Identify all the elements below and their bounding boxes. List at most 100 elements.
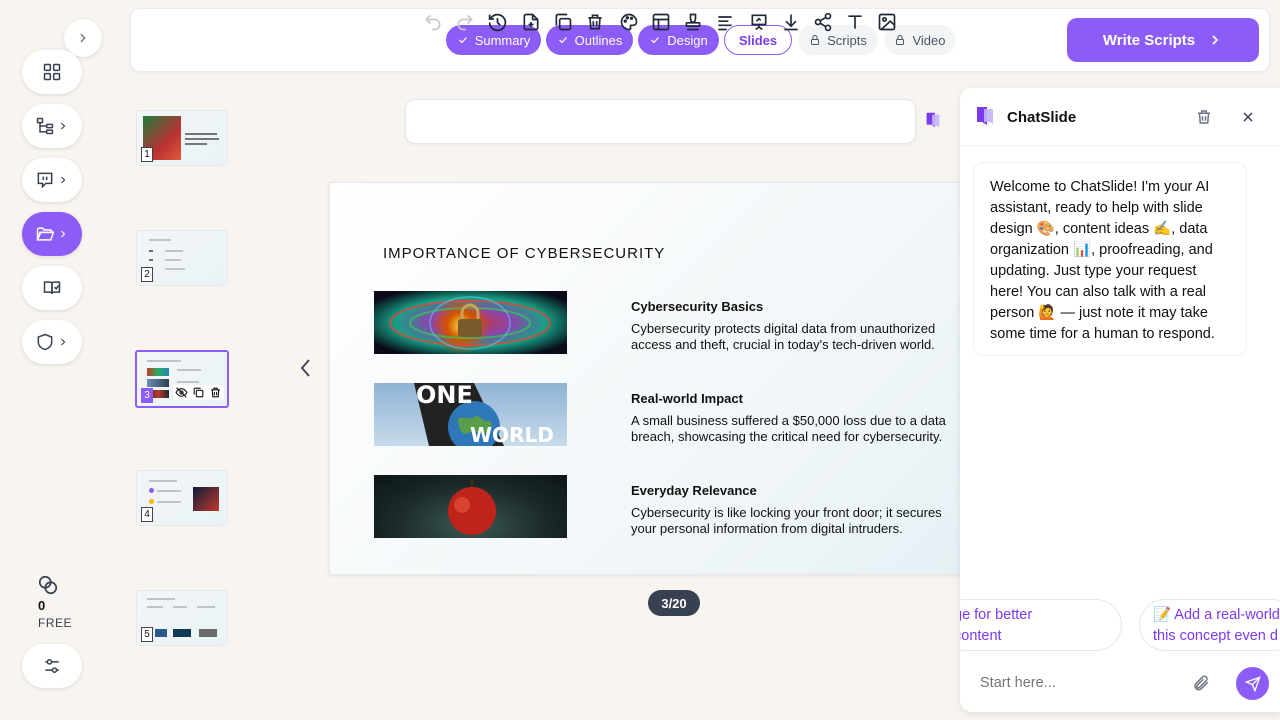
text-button[interactable] bbox=[843, 10, 867, 34]
chevron-right-icon bbox=[61, 338, 66, 346]
presentation-button[interactable] bbox=[747, 10, 771, 34]
image-icon bbox=[878, 13, 896, 31]
file-plus-icon bbox=[523, 13, 539, 31]
chevron-left-icon bbox=[300, 359, 310, 377]
apple-image bbox=[374, 475, 567, 538]
slide-number: 1 bbox=[141, 147, 153, 162]
chat-input[interactable] bbox=[970, 668, 1180, 698]
suggestion-line: this concept even d bbox=[1153, 628, 1278, 644]
section-body: Cybersecurity is like locking your front… bbox=[631, 505, 942, 536]
step-label: Slides bbox=[738, 32, 778, 48]
write-scripts-button[interactable]: Write Scripts bbox=[1067, 18, 1259, 62]
copy-icon bbox=[555, 13, 572, 31]
check-icon bbox=[558, 37, 567, 44]
slide-thumbnail-5[interactable]: 5 bbox=[136, 590, 228, 646]
sidebar-item-chat[interactable] bbox=[22, 158, 82, 202]
section-body: A small business suffered a $50,000 loss… bbox=[631, 413, 946, 444]
suggestion-line: 📝 Add a real-world bbox=[1153, 607, 1280, 623]
layout-button[interactable] bbox=[649, 10, 673, 34]
sidebar-item-library[interactable] bbox=[22, 266, 82, 310]
settings-button[interactable] bbox=[22, 644, 82, 688]
send-button[interactable] bbox=[1236, 667, 1269, 700]
section-body: Cybersecurity protects digital data from… bbox=[631, 321, 936, 352]
duplicate-slide-button[interactable] bbox=[551, 10, 575, 34]
stamp-icon bbox=[685, 13, 701, 31]
slide-number: 2 bbox=[141, 267, 153, 282]
step-label: Scripts bbox=[827, 32, 867, 48]
book-icon bbox=[43, 281, 61, 294]
trash-icon bbox=[1198, 110, 1210, 124]
share-button[interactable] bbox=[811, 10, 835, 34]
undo-button[interactable] bbox=[421, 10, 445, 34]
sidebar-item-projects[interactable] bbox=[22, 212, 82, 256]
clear-chat-button[interactable] bbox=[1195, 108, 1213, 126]
section-heading: Everyday Relevance bbox=[631, 483, 757, 498]
paperclip-icon bbox=[1194, 675, 1209, 691]
cybersecurity-padlock-image bbox=[374, 291, 567, 354]
image-button[interactable] bbox=[875, 10, 899, 34]
previous-slide-button[interactable] bbox=[298, 358, 314, 378]
slide-pager: 3/20 bbox=[648, 590, 700, 616]
stamp-button[interactable] bbox=[681, 10, 705, 34]
chevron-right-icon bbox=[1212, 35, 1219, 45]
slide-number: 3 bbox=[141, 388, 153, 403]
lock-icon bbox=[811, 35, 820, 45]
dashboard-icon bbox=[43, 63, 61, 81]
add-slide-button[interactable] bbox=[519, 10, 543, 34]
slide-thumbnail-3[interactable]: 3 bbox=[135, 350, 229, 408]
slide-thumbnail-4[interactable]: 4 bbox=[136, 470, 228, 526]
thumbnail-actions bbox=[173, 385, 224, 400]
trash-icon bbox=[588, 14, 602, 30]
suggestion-line: content bbox=[960, 628, 1002, 644]
step-label: Design bbox=[667, 32, 708, 48]
download-button[interactable] bbox=[779, 10, 803, 34]
presentation-icon bbox=[751, 14, 767, 31]
redo-button[interactable] bbox=[453, 10, 477, 34]
sidebar-item-security[interactable] bbox=[22, 320, 82, 364]
slide-number: 4 bbox=[141, 507, 153, 522]
slide-thumbnail-1[interactable]: 1 bbox=[136, 110, 228, 166]
delete-slide-button[interactable] bbox=[583, 10, 607, 34]
palette-button[interactable] bbox=[617, 10, 641, 34]
slide-title: IMPORTANCE OF CYBERSECURITY bbox=[383, 245, 666, 262]
copy-icon[interactable] bbox=[192, 386, 205, 399]
share-icon bbox=[814, 12, 832, 32]
attach-button[interactable] bbox=[1192, 674, 1210, 692]
section-heading: Real-world Impact bbox=[631, 391, 743, 406]
lock-icon bbox=[896, 35, 905, 45]
suggestion-chip[interactable]: ge for better content bbox=[960, 599, 1122, 651]
chat-title: ChatSlide bbox=[1007, 109, 1077, 126]
check-icon bbox=[458, 37, 467, 44]
sidebar-item-outlines[interactable] bbox=[22, 104, 82, 148]
align-left-icon bbox=[718, 16, 732, 31]
download-icon bbox=[784, 14, 798, 31]
slide-canvas[interactable]: IMPORTANCE OF CYBERSECURITY Cybersecurit… bbox=[329, 182, 969, 575]
layout-icon bbox=[652, 13, 670, 31]
chatslide-toggle-button[interactable] bbox=[922, 110, 944, 132]
image-caption-bottom: WORLD bbox=[470, 423, 554, 446]
step-label: Outlines bbox=[574, 32, 623, 48]
redo-icon bbox=[457, 14, 473, 31]
check-icon bbox=[651, 37, 660, 44]
chat-input-row bbox=[960, 660, 1280, 712]
close-chat-button[interactable] bbox=[1240, 109, 1256, 125]
slide-number: 5 bbox=[141, 627, 153, 642]
step-label: Video bbox=[912, 32, 946, 48]
palette-icon bbox=[620, 13, 638, 31]
text-align-button[interactable] bbox=[713, 10, 737, 34]
suggestion-chip[interactable]: 📝 Add a real-world this concept even d bbox=[1139, 599, 1280, 651]
one-world-globe-image: ONE WORLD bbox=[374, 383, 567, 446]
slide-thumbnail-2[interactable]: 2 bbox=[136, 230, 228, 286]
history-button[interactable] bbox=[485, 10, 509, 34]
chevron-right-icon bbox=[80, 33, 86, 43]
suggestion-line: ge for better bbox=[960, 607, 1033, 623]
assistant-welcome-message: Welcome to ChatSlide! I'm your AI assist… bbox=[973, 162, 1247, 356]
chat-panel: ChatSlide Welcome to ChatSlide! I'm your… bbox=[960, 88, 1280, 712]
outline-tree-icon bbox=[36, 117, 54, 135]
chevron-right-icon bbox=[61, 122, 66, 130]
chatslide-logo-icon bbox=[926, 112, 940, 128]
trash-icon[interactable] bbox=[209, 386, 222, 399]
write-scripts-label: Write Scripts bbox=[1102, 31, 1196, 49]
eye-off-icon[interactable] bbox=[175, 386, 188, 399]
sidebar-item-dashboard[interactable] bbox=[22, 50, 82, 94]
